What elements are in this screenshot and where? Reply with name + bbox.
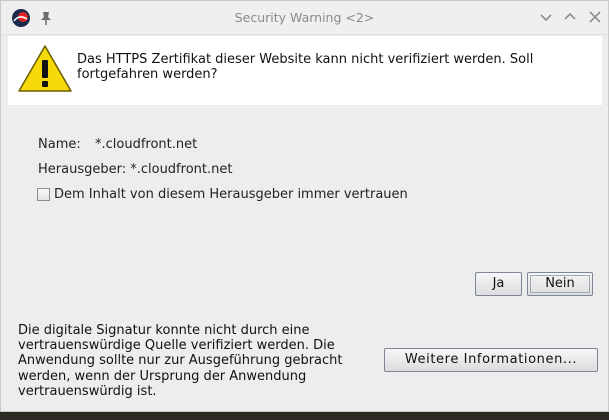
- security-warning-dialog: Security Warning <2> Das HTTPS Zertifika…: [0, 0, 609, 412]
- close-icon[interactable]: [587, 9, 603, 25]
- warning-triangle-icon: [17, 44, 73, 94]
- name-label: Name:: [38, 137, 81, 152]
- title-bar[interactable]: Security Warning <2>: [1, 1, 608, 35]
- no-button-label: Nein: [530, 275, 590, 293]
- warning-message: Das HTTPS Zertifikat dieser Website kann…: [77, 52, 534, 82]
- trust-publisher-label[interactable]: Dem Inhalt von diesem Herausgeber immer …: [54, 187, 408, 202]
- trust-publisher-checkbox[interactable]: [37, 188, 50, 201]
- no-button[interactable]: Nein: [527, 272, 593, 296]
- name-value: *.cloudfront.net: [95, 137, 198, 152]
- chevron-down-icon[interactable]: [538, 9, 554, 25]
- publisher-row: Herausgeber: *.cloudfront.net: [38, 162, 233, 177]
- window-title: Security Warning <2>: [234, 10, 375, 25]
- certificate-name-row: Name: *.cloudfront.net: [38, 137, 197, 152]
- chevron-up-icon[interactable]: [562, 9, 578, 25]
- warning-header: Das HTTPS Zertifikat dieser Website kann…: [8, 36, 602, 105]
- signature-info-text: Die digitale Signatur konnte nicht durch…: [18, 323, 343, 399]
- more-information-button[interactable]: Weitere Informationen...: [384, 348, 598, 372]
- yes-button[interactable]: Ja: [475, 272, 522, 296]
- desktop-background: [0, 412, 609, 420]
